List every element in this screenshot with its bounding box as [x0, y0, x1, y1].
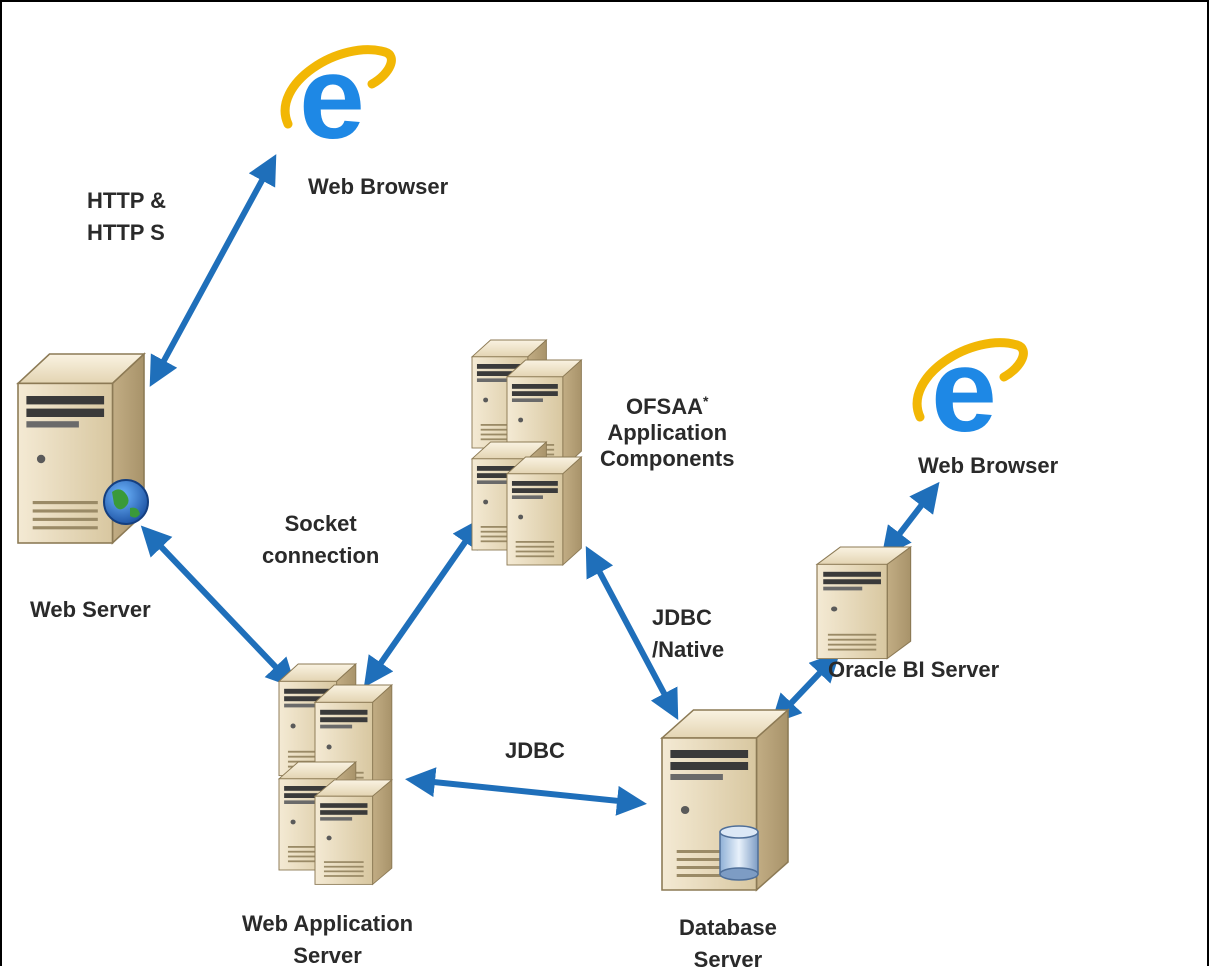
http-label-line1: HTTP & — [87, 188, 167, 213]
internet-explorer-icon — [917, 325, 1023, 457]
web-browser-right-label: Web Browser — [918, 453, 1059, 478]
ofsaa-label-line2: Application — [607, 420, 728, 445]
jdbc-native-label-line2: /Native — [652, 637, 725, 662]
jdbc-label: JDBC — [505, 738, 565, 763]
web-browser-top-label: Web Browser — [308, 174, 449, 199]
jdbc-native-label-line1: JDBC — [652, 605, 712, 630]
architecture-diagram: e Web Browser HTTP & HTTP S Web Server S… — [0, 0, 1209, 972]
jdbc-native-label: JDBC /Native — [652, 602, 724, 666]
database-cylinder-icon — [719, 825, 759, 881]
database-label-line2: Server — [693, 947, 763, 972]
arrow-database-oraclebi — [770, 651, 841, 725]
database-label-line1: Database — [679, 915, 777, 940]
database-server-label: Database Server — [679, 912, 777, 976]
http-label-line2: HTTP S — [87, 220, 165, 245]
diagram-canvas: e — [17, 2, 1209, 891]
http-protocol-label: HTTP & HTTP S — [87, 185, 166, 249]
ofsaa-label-text: OFSAA — [626, 394, 703, 419]
web-server-label: Web Server — [30, 597, 151, 622]
socket-connection-label: Socket connection — [262, 508, 379, 572]
ofsaa-label-line3: Components — [600, 446, 735, 471]
ofsaa-label-line1: OFSAA* — [600, 393, 734, 420]
globe-icon — [103, 479, 149, 525]
web-app-label-line2: Server — [293, 943, 362, 968]
web-app-label-line1: Web Application — [242, 911, 414, 936]
arrow-webserver-browser — [149, 154, 277, 387]
arrow-oraclebi-browser — [881, 481, 940, 558]
ofsaa-server-cluster-icon — [471, 339, 582, 566]
socket-label-line1: Socket — [284, 511, 357, 536]
web-application-server-label: Web Application Server — [242, 908, 413, 972]
oracle-bi-server-icon — [816, 546, 912, 660]
ofsaa-components-label: OFSAA* Application Components — [600, 393, 735, 472]
internet-explorer-icon — [285, 32, 391, 164]
socket-label-line2: connection — [262, 543, 380, 568]
web-application-server-cluster-icon — [278, 663, 393, 885]
oracle-bi-server-label: Oracle BI Server — [828, 657, 1000, 682]
ofsaa-asterisk: * — [703, 393, 709, 409]
arrow-webapp-database — [405, 767, 647, 816]
arrow-webapp-ofsaa — [363, 517, 483, 688]
